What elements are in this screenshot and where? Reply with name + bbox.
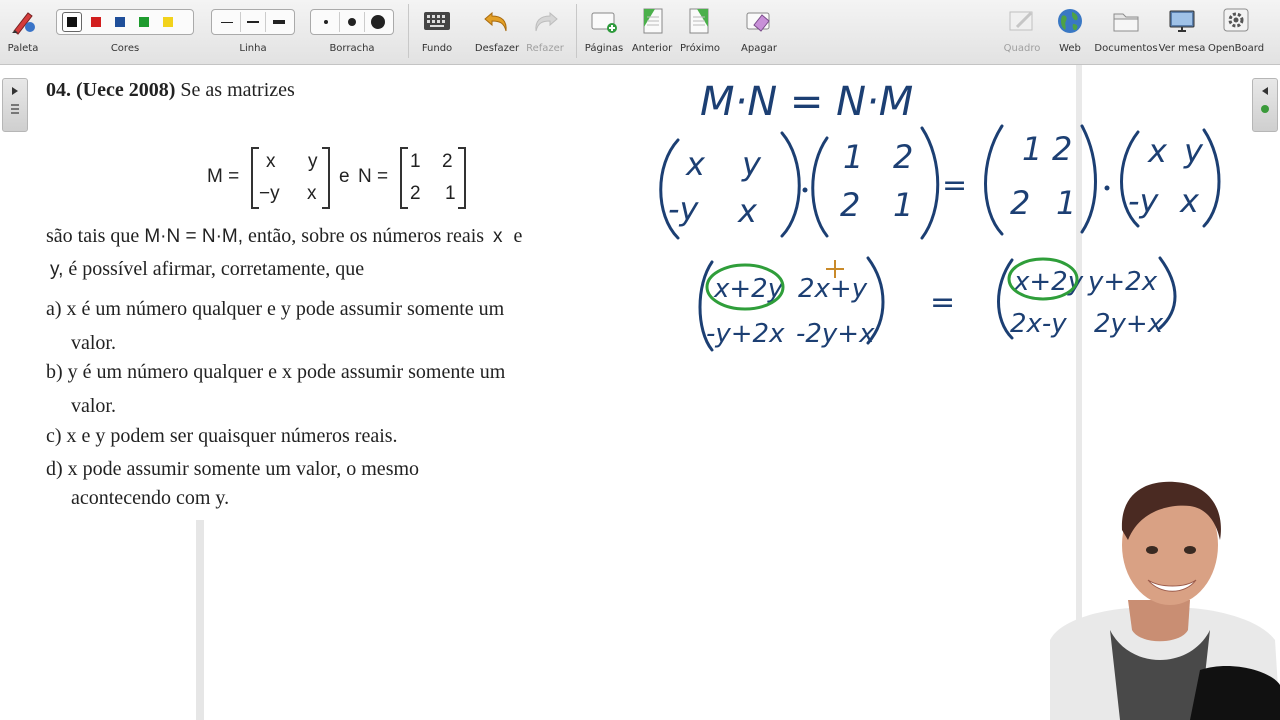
multiply-dot: [1104, 185, 1110, 191]
handwritten-cell: 1: [843, 138, 863, 176]
handwritten-cell: x+2y: [713, 274, 784, 304]
handwritten-cell: y: [1183, 132, 1204, 170]
handwritten-cell: -y: [1128, 182, 1160, 220]
handwritten-cell: -2y+x: [796, 319, 875, 349]
handwritten-cell: y: [741, 145, 762, 183]
handwritten-cell: 2: [840, 186, 860, 224]
webcam-presenter-image: [1050, 481, 1280, 720]
multiply-dot: [802, 187, 808, 193]
handwritten-equation: M·N = N·M: [700, 79, 913, 125]
handwritten-equals: =: [942, 168, 967, 203]
handwritten-cell: 2x-y: [1010, 309, 1067, 339]
handwritten-cell: 1: [893, 186, 913, 224]
handwritten-equals: =: [930, 285, 955, 320]
handwritten-cell: 2: [1010, 184, 1030, 222]
handwritten-cell: y+2x: [1087, 267, 1158, 297]
handwritten-cell: -y: [668, 190, 700, 228]
handwritten-cell: 1: [1056, 184, 1076, 222]
handwritten-cell: 2: [1052, 130, 1072, 168]
handwritten-cell: -y+2x: [706, 319, 785, 349]
handwritten-cell: x: [1147, 132, 1168, 170]
handwritten-cell: x: [685, 145, 706, 183]
handwritten-cell: x: [1179, 182, 1200, 220]
handwritten-cell: 2x+y: [798, 274, 868, 304]
handwritten-cell: 2y+x: [1094, 309, 1164, 339]
handwritten-cell: 2: [893, 138, 913, 176]
handwritten-cell: x: [737, 192, 758, 230]
handwritten-cell: 1: [1022, 130, 1042, 168]
